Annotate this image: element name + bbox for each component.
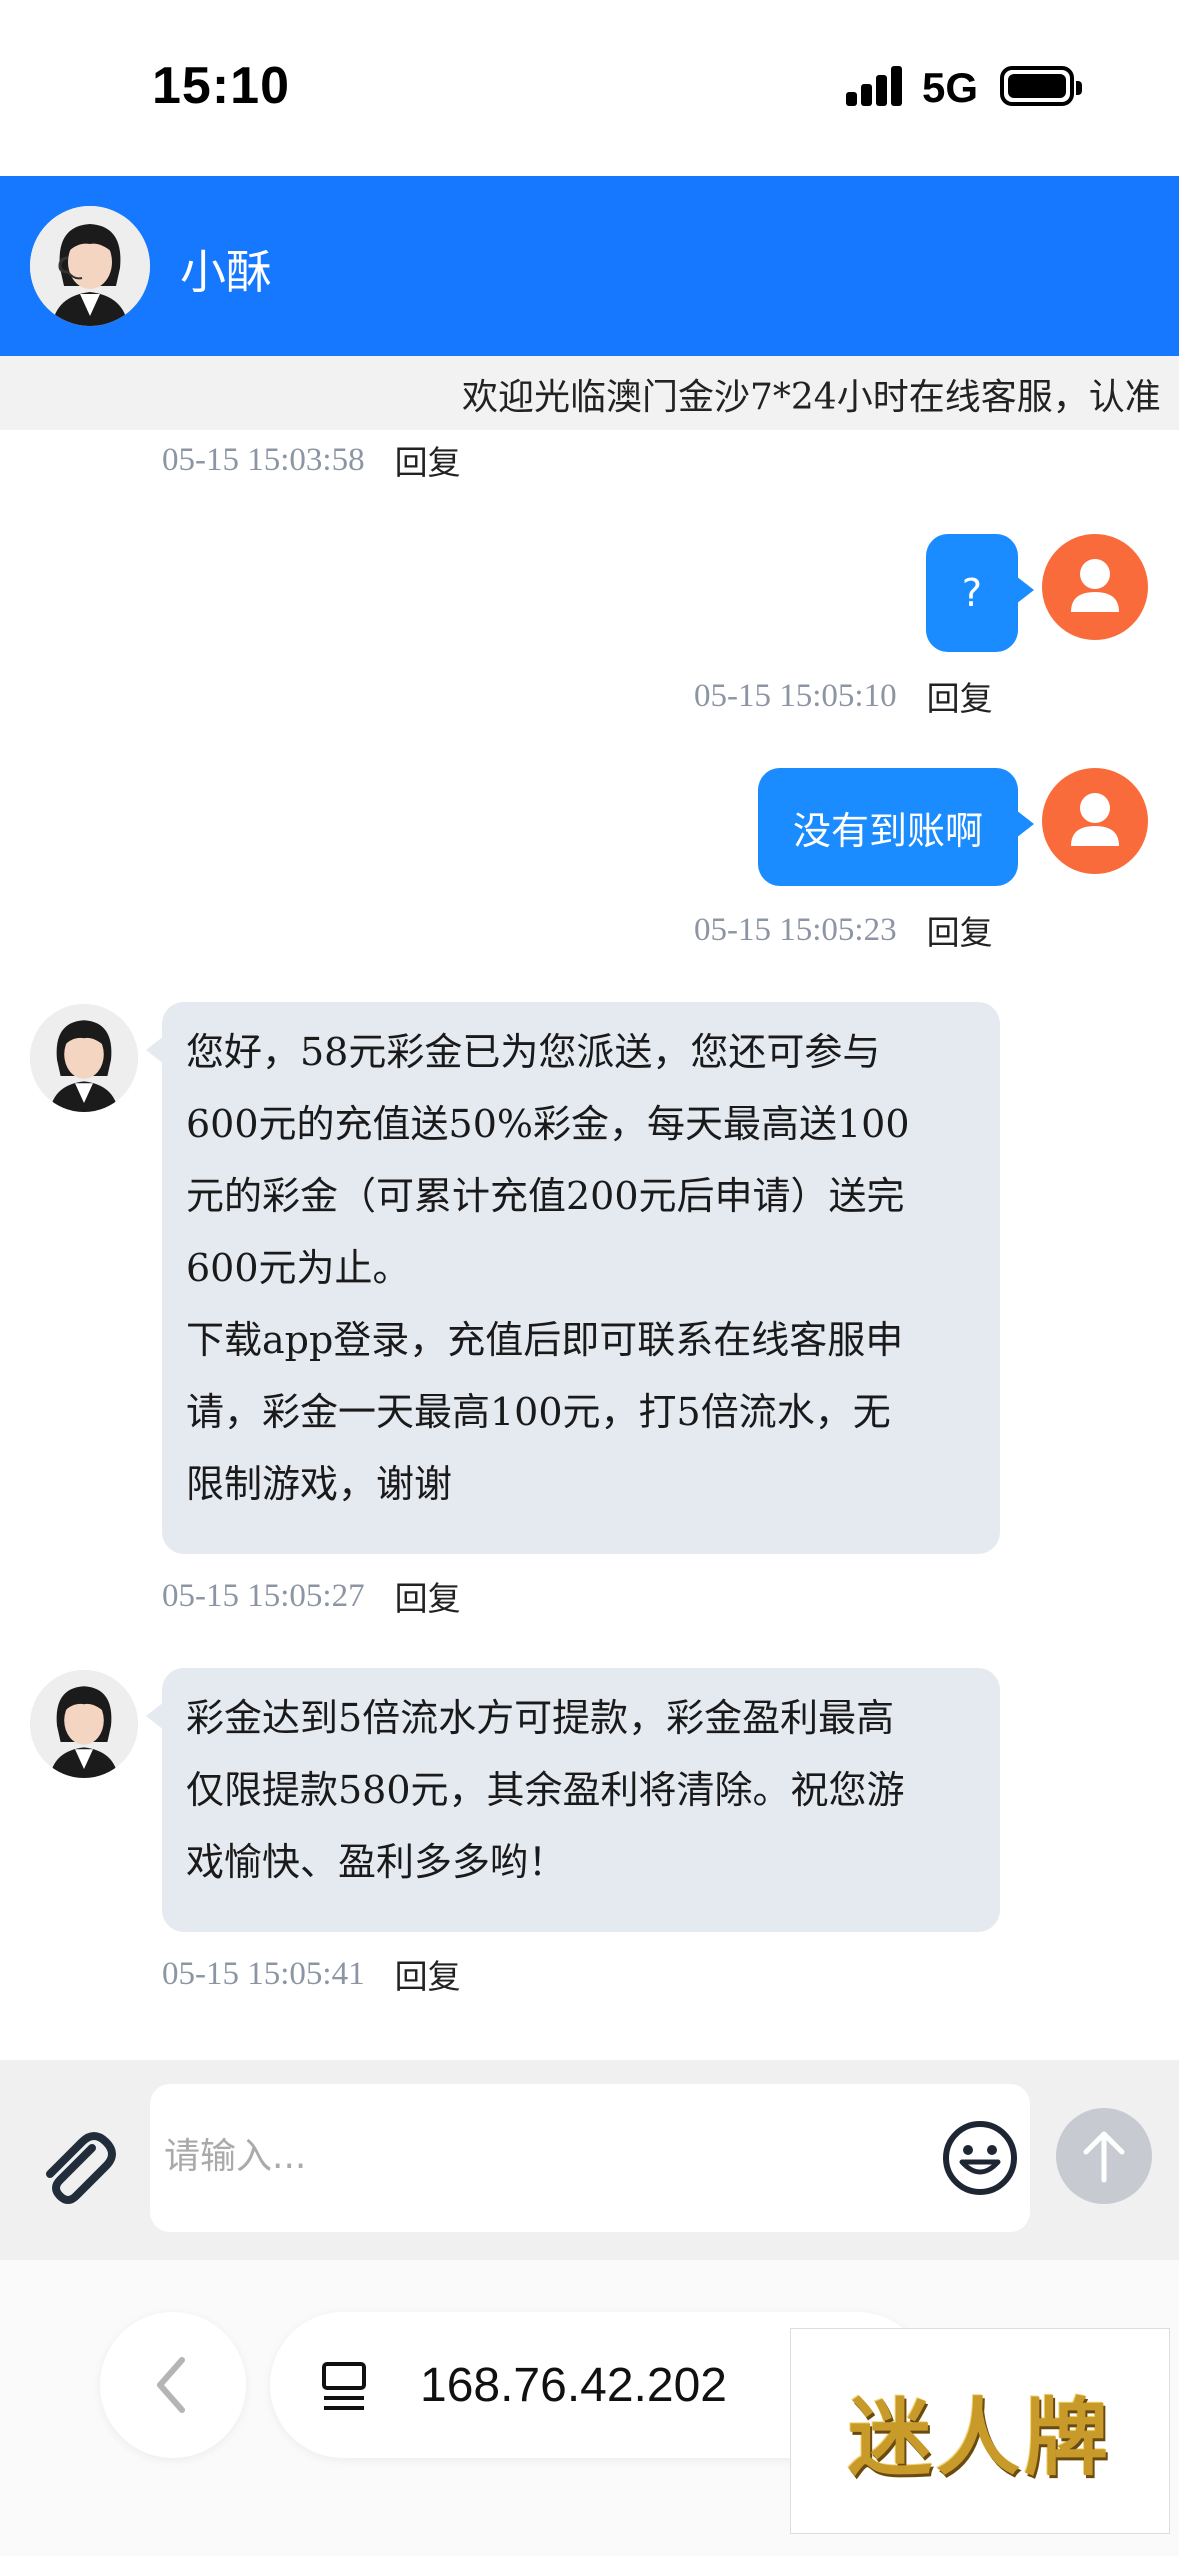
message-input-box[interactable] [150, 2084, 1030, 2232]
user-message-bubble[interactable]: ? [926, 534, 1034, 652]
agent-avatar[interactable] [30, 1004, 138, 1112]
message-time: 05-15 15:05:10 [694, 677, 897, 714]
message-text: 没有到账啊 [792, 808, 983, 853]
agent-name: 小酥 [180, 245, 272, 299]
back-button[interactable] [100, 2312, 246, 2458]
message-text: 您好，58元彩金已为您派送，您还可参与 600元的充值送50%彩金，每天最高送1… [186, 1030, 910, 1506]
message-meta: 05-15 15:05:23 回复 [694, 906, 993, 954]
message-meta: 05-15 15:05:41 回复 [162, 1950, 461, 1998]
message-text: ? [961, 571, 983, 615]
chat-header: 小酥 [0, 176, 1179, 356]
message-text: 彩金达到5倍流水方可提款，彩金盈利最高 仅限提款580元，其余盈利将清除。祝您游… [186, 1696, 905, 1884]
notice-marquee: 欢迎光临澳门金沙7*24小时在线客服，认准 [0, 356, 1179, 430]
signal-icon [846, 66, 904, 106]
message-time: 05-15 15:03:58 [162, 441, 365, 478]
send-button[interactable] [1056, 2108, 1152, 2204]
arrow-up-icon [1083, 2131, 1125, 2183]
smile-icon[interactable] [940, 2118, 1020, 2198]
url-text: 168.76.42.202 [420, 2359, 727, 2412]
status-bar: 15:10 5G [0, 0, 1179, 176]
tab-list-icon [322, 2362, 366, 2410]
chevron-left-icon [157, 2357, 185, 2413]
user-avatar[interactable] [1042, 534, 1148, 640]
agent-avatar[interactable] [30, 206, 150, 326]
message-time: 05-15 15:05:23 [694, 911, 897, 948]
status-time: 15:10 [152, 57, 290, 115]
watermark-logo: 迷人牌 [790, 2328, 1170, 2534]
network-label: 5G [922, 64, 979, 111]
reply-link[interactable]: 回复 [927, 672, 993, 720]
user-message-bubble[interactable]: 没有到账啊 [758, 768, 1034, 886]
battery-icon [1000, 66, 1082, 106]
reply-link[interactable]: 回复 [927, 906, 993, 954]
reply-link[interactable]: 回复 [395, 436, 461, 484]
person-icon [1071, 559, 1119, 612]
message-meta: 05-15 15:05:10 回复 [694, 672, 993, 720]
notice-text: 欢迎光临澳门金沙7*24小时在线客服，认准 [462, 377, 1161, 418]
message-time: 05-15 15:05:27 [162, 1577, 365, 1614]
agent-avatar[interactable] [30, 1670, 138, 1778]
user-avatar[interactable] [1042, 768, 1148, 874]
watermark-text: 迷人牌 [847, 2387, 1112, 2487]
reply-link[interactable]: 回复 [395, 1950, 461, 1998]
message-meta: 05-15 15:03:58 回复 [162, 436, 461, 484]
paperclip-icon[interactable] [30, 2120, 120, 2210]
reply-link[interactable]: 回复 [395, 1572, 461, 1620]
message-meta: 05-15 15:05:27 回复 [162, 1572, 461, 1620]
person-icon [1071, 793, 1119, 846]
message-input[interactable] [164, 2124, 864, 2188]
agent-message-bubble[interactable]: 您好，58元彩金已为您派送，您还可参与 600元的充值送50%彩金，每天最高送1… [146, 1002, 1000, 1554]
agent-message-bubble[interactable]: 彩金达到5倍流水方可提款，彩金盈利最高 仅限提款580元，其余盈利将清除。祝您游… [146, 1668, 1000, 1932]
message-time: 05-15 15:05:41 [162, 1955, 365, 1992]
